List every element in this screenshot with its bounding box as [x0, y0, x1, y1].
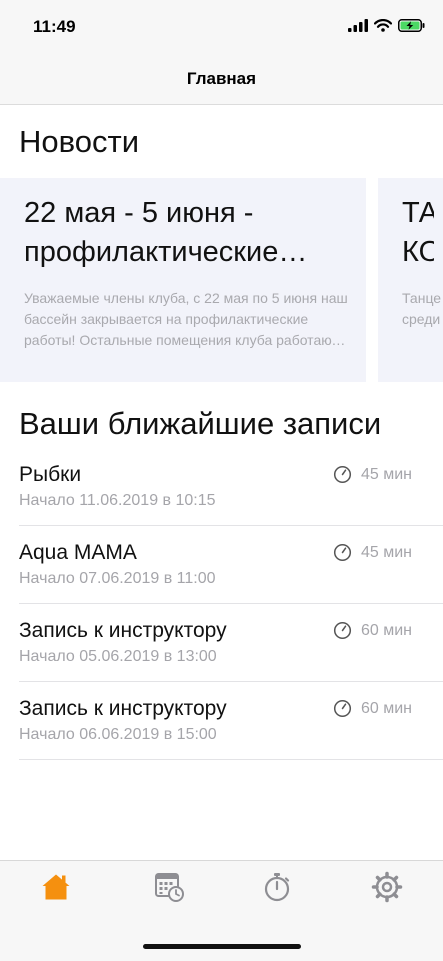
status-icons [348, 19, 425, 32]
list-item[interactable]: Рыбки Начало 11.06.2019 в 10:15 45 мин [19, 448, 443, 526]
item-duration: 60 мин [333, 621, 412, 640]
clock-icon [333, 699, 352, 718]
page-title: Главная [186, 69, 257, 88]
calendar-clock-icon [155, 873, 184, 902]
upcoming-heading: Ваши ближайшие записи [19, 406, 382, 441]
item-title: Рыбки [19, 463, 82, 486]
clock-icon [333, 465, 352, 484]
item-start: Начало 05.06.2019 в 13:00 [19, 648, 217, 665]
item-duration: 45 мин [333, 465, 412, 484]
home-icon [42, 874, 70, 900]
list-item[interactable]: Запись к инструктору Начало 06.06.2019 в… [19, 682, 443, 760]
tab-home[interactable] [36, 869, 76, 905]
item-duration: 45 мин [333, 543, 412, 562]
stopwatch-icon [264, 873, 290, 902]
item-start: Начало 11.06.2019 в 10:15 [19, 492, 216, 509]
list-item[interactable]: Запись к инструктору Начало 05.06.2019 в… [19, 604, 443, 682]
home-indicator [143, 944, 301, 949]
tab-settings[interactable] [367, 869, 407, 905]
clock-icon [333, 621, 352, 640]
wifi-icon [374, 19, 392, 32]
item-start: Начало 07.06.2019 в 11:00 [19, 570, 216, 587]
status-time: 11:49 [33, 17, 76, 36]
tab-stopwatch[interactable] [257, 869, 297, 905]
tab-schedule[interactable] [148, 869, 188, 905]
news-heading: Новости [19, 124, 140, 159]
list-item[interactable]: Aqua МАМА Начало 07.06.2019 в 11:00 45 м… [19, 526, 443, 604]
signal-icon [348, 19, 368, 32]
news-card-title: ТАНЦЫКО [402, 197, 434, 268]
news-card-text: Уважаемые члены клуба, с 22 мая по 5 июн… [24, 290, 350, 348]
item-title: Запись к инструктору [19, 697, 227, 720]
news-card-title: 22 мая - 5 июня - профилактические работ… [24, 197, 279, 268]
news-card-text: Танце среди [402, 290, 442, 327]
news-card-next[interactable]: ТАНЦЫКО Танцесреди [378, 178, 443, 382]
item-title: Запись к инструктору [19, 619, 227, 642]
upcoming-list: Рыбки Начало 11.06.2019 в 10:15 45 мин A… [19, 448, 443, 760]
clock-icon [333, 543, 352, 562]
gear-icon [371, 871, 403, 903]
news-card[interactable]: 22 мая - 5 июня - профилактические работ… [0, 178, 366, 382]
navigation-bar: Главная [0, 56, 443, 105]
item-title: Aqua МАМА [19, 541, 137, 564]
battery-charging-icon [398, 19, 425, 32]
item-start: Начало 06.06.2019 в 15:00 [19, 726, 217, 743]
item-duration: 60 мин [333, 699, 412, 718]
status-bar: 11:49 [0, 0, 443, 56]
